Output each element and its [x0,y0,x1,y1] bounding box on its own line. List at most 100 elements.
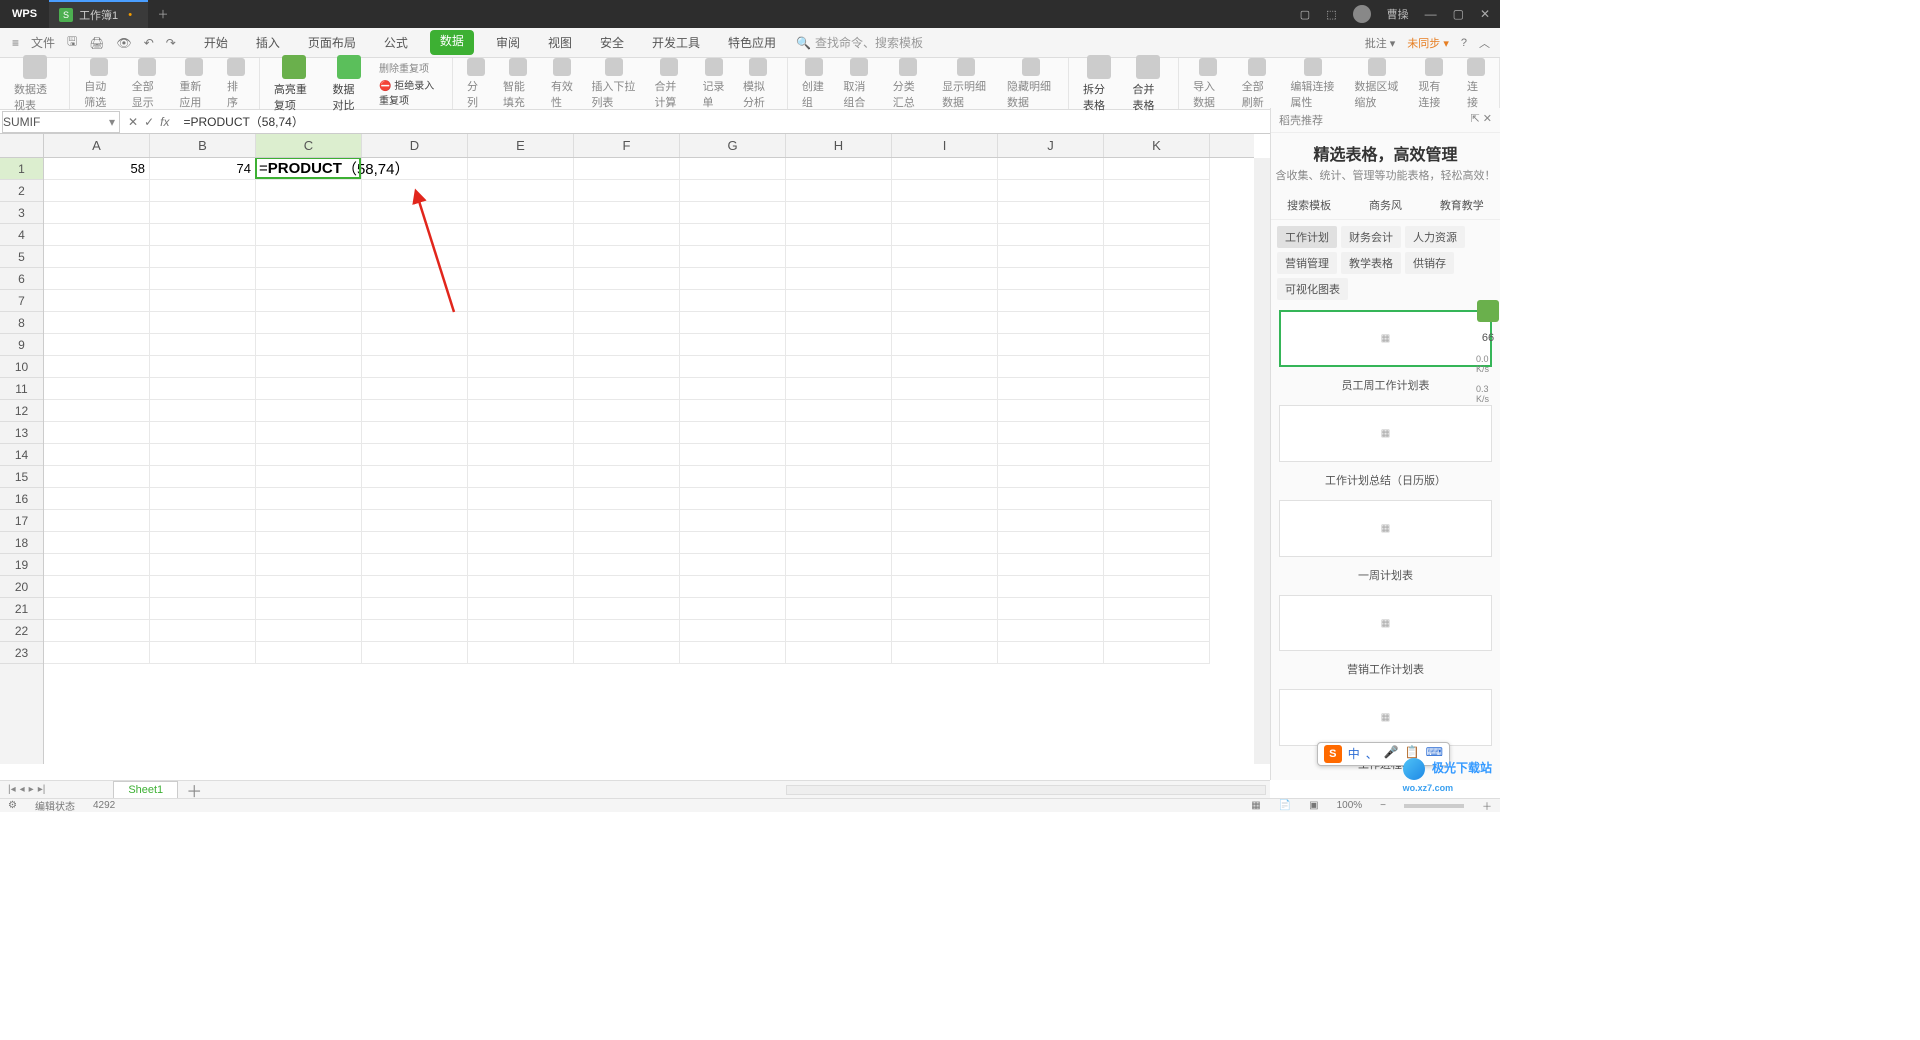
ribbon-合并计算[interactable]: 合并计算 [650,56,688,112]
cell-C9[interactable] [256,334,362,356]
cell-B22[interactable] [150,620,256,642]
cell-B4[interactable] [150,224,256,246]
cell-E21[interactable] [468,598,574,620]
zoom-out-button[interactable]: − [1380,800,1386,811]
vertical-scrollbar[interactable] [1254,158,1270,764]
template-thumb[interactable]: ▦ [1279,500,1492,557]
cell-F6[interactable] [574,268,680,290]
cell-A23[interactable] [44,642,150,664]
cell-G2[interactable] [680,180,786,202]
cell-G1[interactable] [680,158,786,180]
ribbon-排序[interactable]: 排序 [223,56,249,112]
undo-icon[interactable]: ↶ [144,36,154,50]
cell-D18[interactable] [362,532,468,554]
cell-E23[interactable] [468,642,574,664]
cell-A20[interactable] [44,576,150,598]
cell-J11[interactable] [998,378,1104,400]
cell-E19[interactable] [468,554,574,576]
cell-J21[interactable] [998,598,1104,620]
ribbon-拆分表格[interactable]: 拆分表格 [1079,53,1119,115]
template-thumb[interactable]: ▦ [1279,310,1492,367]
cell-H4[interactable] [786,224,892,246]
cell-I15[interactable] [892,466,998,488]
view-normal-icon[interactable]: ▦ [1251,800,1260,811]
cell-K16[interactable] [1104,488,1210,510]
cell-A18[interactable] [44,532,150,554]
cell-F5[interactable] [574,246,680,268]
cat-人力资源[interactable]: 人力资源 [1405,226,1465,248]
cell-A1[interactable]: 58 [44,158,150,180]
cell-C14[interactable] [256,444,362,466]
cell-E12[interactable] [468,400,574,422]
cell-F9[interactable] [574,334,680,356]
panel-search-tab[interactable]: 搜索模板 [1271,191,1347,219]
cell-C19[interactable] [256,554,362,576]
cell-I20[interactable] [892,576,998,598]
cell-D19[interactable] [362,554,468,576]
cell-D10[interactable] [362,356,468,378]
col-header-D[interactable]: D [362,134,468,157]
cell-C2[interactable] [256,180,362,202]
cell-J4[interactable] [998,224,1104,246]
ribbon-分列[interactable]: 分列 [463,56,489,112]
cell-K13[interactable] [1104,422,1210,444]
cell-H16[interactable] [786,488,892,510]
cell-C1[interactable]: =PRODUCT（58,74） [256,158,362,180]
cell-H12[interactable] [786,400,892,422]
cell-J17[interactable] [998,510,1104,532]
tab-开始[interactable]: 开始 [198,30,234,55]
accept-formula-icon[interactable]: ✓ [144,115,154,129]
notification-icon[interactable]: ▢ [1300,8,1310,21]
cell-H11[interactable] [786,378,892,400]
template-thumb[interactable]: ▦ [1279,595,1492,652]
cell-K6[interactable] [1104,268,1210,290]
cell-I8[interactable] [892,312,998,334]
cell-H23[interactable] [786,642,892,664]
ribbon-全部刷新[interactable]: 全部刷新 [1238,56,1277,112]
cell-D16[interactable] [362,488,468,510]
cell-I19[interactable] [892,554,998,576]
cell-A12[interactable] [44,400,150,422]
cell-E1[interactable] [468,158,574,180]
row-headers[interactable]: 1234567891011121314151617181920212223 [0,158,44,764]
cell-A13[interactable] [44,422,150,444]
cell-K1[interactable] [1104,158,1210,180]
cell-B2[interactable] [150,180,256,202]
row-header-17[interactable]: 17 [0,510,43,532]
cell-I6[interactable] [892,268,998,290]
ribbon-隐藏明细数据[interactable]: 隐藏明细数据 [1003,56,1058,112]
cat-可视化图表[interactable]: 可视化图表 [1277,278,1348,300]
ribbon-创建组[interactable]: 创建组 [798,56,829,112]
cell-J23[interactable] [998,642,1104,664]
row-header-7[interactable]: 7 [0,290,43,312]
cell-A3[interactable] [44,202,150,224]
ribbon-重新应用[interactable]: 重新应用 [175,56,213,112]
row-header-6[interactable]: 6 [0,268,43,290]
cell-J9[interactable] [998,334,1104,356]
cell-H22[interactable] [786,620,892,642]
ribbon-插入下拉列表[interactable]: 插入下拉列表 [587,56,640,112]
cell-G22[interactable] [680,620,786,642]
cell-I14[interactable] [892,444,998,466]
cell-B20[interactable] [150,576,256,598]
panel-tab-edu[interactable]: 教育教学 [1424,191,1500,219]
cell-B12[interactable] [150,400,256,422]
cat-工作计划[interactable]: 工作计划 [1277,226,1337,248]
cell-J1[interactable] [998,158,1104,180]
tab-数据[interactable]: 数据 [430,30,474,55]
cell-H10[interactable] [786,356,892,378]
cell-E18[interactable] [468,532,574,554]
ime-punct[interactable]: 、 [1366,745,1378,763]
cell-A19[interactable] [44,554,150,576]
cell-H20[interactable] [786,576,892,598]
cell-D3[interactable] [362,202,468,224]
cell-K10[interactable] [1104,356,1210,378]
cell-E16[interactable] [468,488,574,510]
cell-A16[interactable] [44,488,150,510]
tab-开发工具[interactable]: 开发工具 [646,30,706,55]
cell-H13[interactable] [786,422,892,444]
cell-E7[interactable] [468,290,574,312]
close-button[interactable]: ✕ [1480,7,1490,21]
cell-B6[interactable] [150,268,256,290]
cell-D8[interactable] [362,312,468,334]
